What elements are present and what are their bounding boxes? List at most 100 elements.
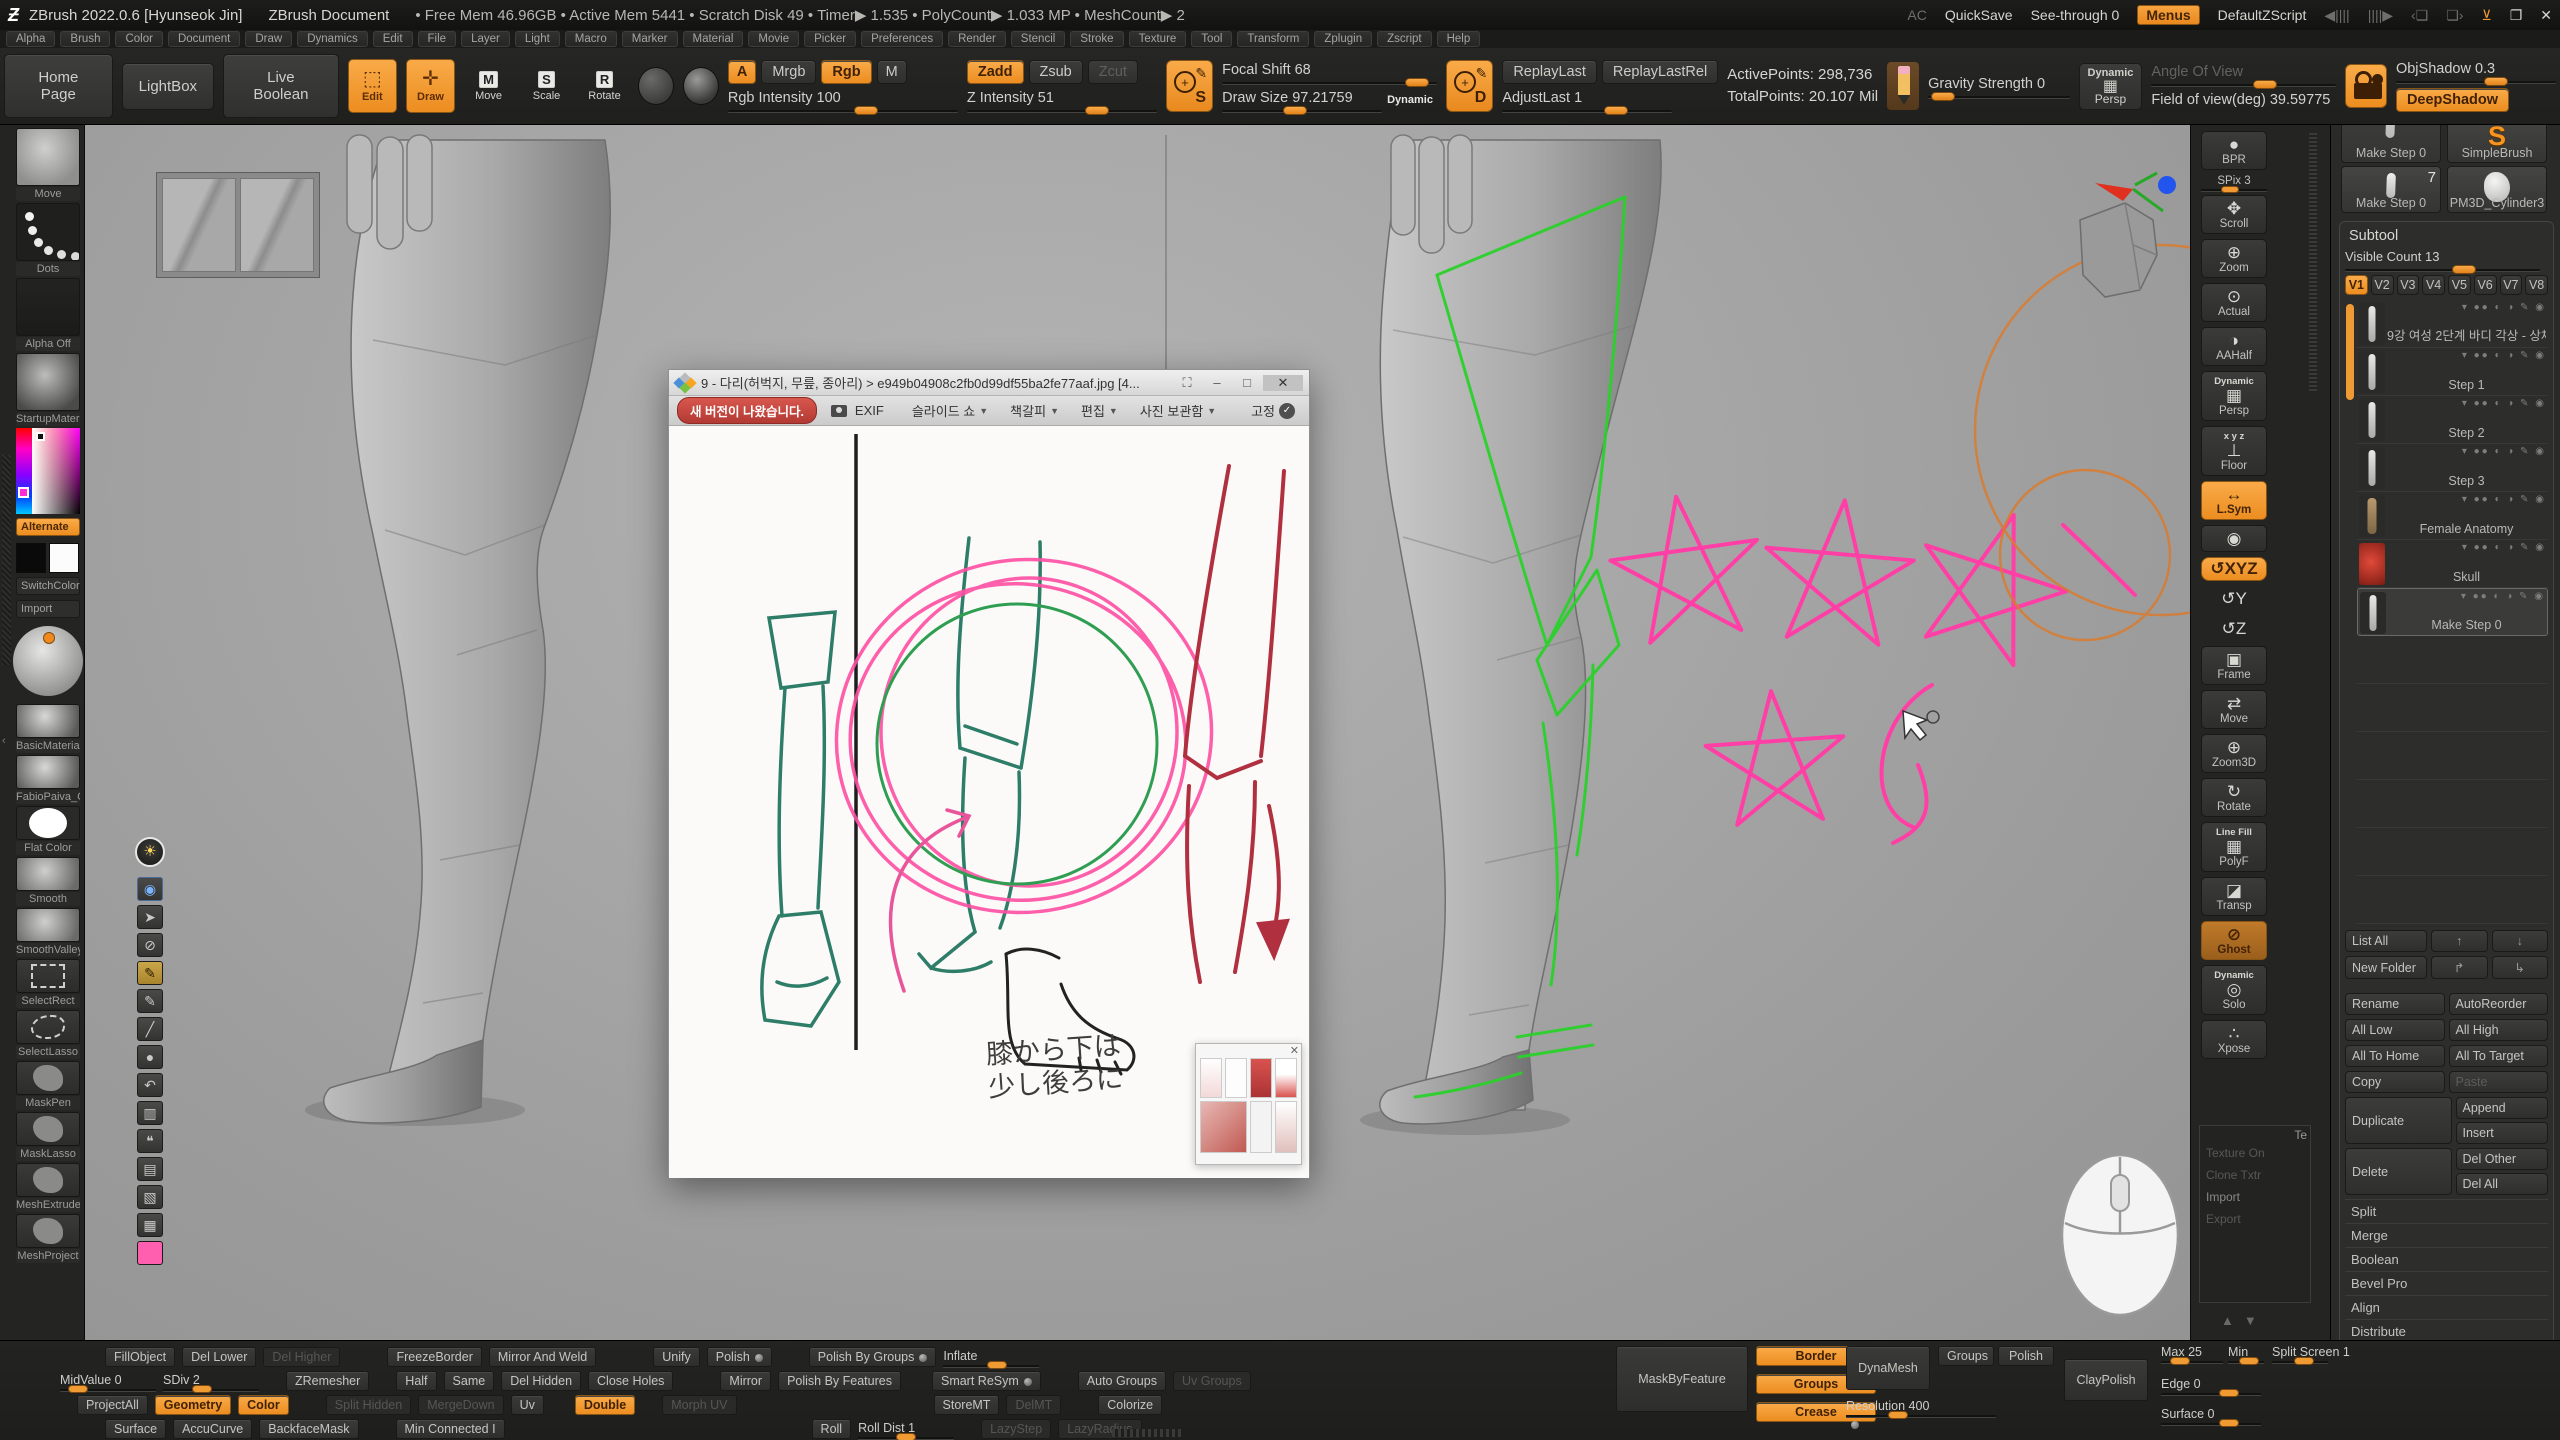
z-intensity-slider[interactable]: Z Intensity 51: [967, 89, 1157, 112]
draw-button[interactable]: ✛Draw: [406, 59, 455, 113]
m-button[interactable]: M: [877, 60, 907, 84]
right-tray-scrollbar[interactable]: [2309, 133, 2317, 393]
left-shelf-item-meshextrude[interactable]: MeshExtrude: [16, 1163, 80, 1212]
move-out-button[interactable]: ↱: [2431, 956, 2488, 979]
left-shelf-item-smooth[interactable]: Smooth: [16, 857, 80, 906]
default-zscript-button[interactable]: DefaultZScript: [2218, 7, 2307, 23]
pencil-active-icon[interactable]: ✎: [137, 961, 163, 985]
rotate-button[interactable]: ↻Rotate: [2201, 778, 2267, 817]
switch-color-button[interactable]: SwitchColor: [16, 577, 80, 595]
list-all-button[interactable]: List All: [2345, 930, 2427, 952]
dot-icon[interactable]: ●: [137, 1045, 163, 1069]
subtool-tab-v7[interactable]: V7: [2500, 275, 2523, 295]
menus-button[interactable]: Menus: [2137, 5, 2199, 25]
append-button[interactable]: Append: [2456, 1097, 2549, 1119]
left-shelf-item-meshproject[interactable]: MeshProject: [16, 1214, 80, 1263]
menu-material[interactable]: Material: [683, 31, 744, 47]
subtool-tab-v4[interactable]: V4: [2422, 275, 2445, 295]
del-all-button[interactable]: Del All: [2456, 1173, 2549, 1195]
edit-button[interactable]: ⬚Edit: [348, 59, 397, 113]
camera-lock-button[interactable]: ◉: [2201, 525, 2267, 552]
aahalf-button[interactable]: ◑AAHalf: [2201, 327, 2267, 366]
doc2-icon[interactable]: ▧: [137, 1185, 163, 1209]
copy-doc-icon[interactable]: ‹❏: [2411, 7, 2428, 24]
menu-dynamics[interactable]: Dynamics: [297, 31, 367, 47]
rot-y-button[interactable]: ↺Y: [2201, 586, 2267, 611]
copy-button[interactable]: Copy: [2345, 1071, 2445, 1093]
xpose-button[interactable]: ∴Xpose: [2201, 1020, 2267, 1059]
mrgb-button[interactable]: Mrgb: [761, 60, 816, 84]
subtool-tab-v1[interactable]: V1: [2345, 275, 2368, 295]
max-slider[interactable]: Max 25: [2161, 1343, 2223, 1363]
edge-slider[interactable]: Edge 0: [2161, 1375, 2261, 1395]
floor-button[interactable]: x y z⊥Floor: [2201, 426, 2267, 476]
geometry-button[interactable]: Geometry: [155, 1395, 231, 1415]
alpha-preview-icon[interactable]: [683, 67, 719, 105]
freezeborder-button[interactable]: FreezeBorder: [387, 1347, 481, 1367]
move-in-button[interactable]: ↳: [2492, 956, 2549, 979]
uv-groups-button[interactable]: Uv Groups: [1173, 1371, 1251, 1391]
menu-transform[interactable]: Transform: [1237, 31, 1309, 47]
zsub-button[interactable]: Zsub: [1029, 60, 1083, 84]
projectall-button[interactable]: ProjectAll: [77, 1395, 148, 1415]
color-picker[interactable]: [16, 428, 80, 514]
field-of-view-value[interactable]: Field of view(deg) 39.59775: [2151, 91, 2336, 109]
double-button[interactable]: Double: [575, 1395, 635, 1415]
zcut-button[interactable]: Zcut: [1088, 60, 1138, 84]
left-shelf-item-flat-color[interactable]: Flat Color: [16, 806, 80, 855]
viewer-menu-책갈피[interactable]: 책갈피▼: [1010, 401, 1059, 420]
bottom-scroll-handle[interactable]: [1112, 1429, 1182, 1437]
gravity-pencil-icon[interactable]: [1887, 62, 1919, 110]
close-button[interactable]: ✕: [2540, 7, 2552, 24]
roll-dist-1-slider[interactable]: Roll Dist 1: [858, 1419, 954, 1439]
live-boolean-button[interactable]: Live Boolean: [223, 54, 339, 118]
palette-icon[interactable]: ▦: [137, 1213, 163, 1237]
subtool-item[interactable]: ▾ ●● ◐ ◑ ✎ ◉Step 2: [2357, 396, 2548, 444]
menu-edit[interactable]: Edit: [373, 31, 413, 47]
zadd-button[interactable]: Zadd: [967, 60, 1024, 84]
polish-by-features-button[interactable]: Polish By Features: [778, 1371, 901, 1391]
menu-zscript[interactable]: Zscript: [1377, 31, 1432, 47]
surface-slider[interactable]: Surface 0: [2161, 1405, 2261, 1425]
filmstrip-close-icon[interactable]: ✕: [1290, 1044, 1299, 1057]
viewer-title-bar[interactable]: 9 - 다리(허벅지, 무릎, 종아리) > e949b04908c2fb0d9…: [669, 370, 1309, 396]
persp-button[interactable]: Dynamic▦Persp: [2201, 371, 2267, 421]
menu-draw[interactable]: Draw: [245, 31, 292, 47]
left-shelf-item-move[interactable]: Move: [16, 128, 80, 201]
pin-button[interactable]: 고정✓: [1251, 401, 1295, 420]
menu-render[interactable]: Render: [948, 31, 1006, 47]
cursor-icon[interactable]: ➤: [137, 905, 163, 929]
solo-button[interactable]: Dynamic◎Solo: [2201, 965, 2267, 1015]
zoom-button[interactable]: ⊕Zoom: [2201, 239, 2267, 278]
rotate-button[interactable]: RRotate: [580, 59, 629, 113]
left-shelf-item-maskpen[interactable]: MaskPen: [16, 1061, 80, 1110]
menu-brush[interactable]: Brush: [60, 31, 110, 47]
bpr-button[interactable]: ●BPR: [2201, 131, 2267, 170]
frame-button[interactable]: ▣Frame: [2201, 646, 2267, 685]
scale-button[interactable]: SScale: [522, 59, 571, 113]
section-align[interactable]: Align: [2345, 1295, 2548, 1319]
pink-swatch-icon[interactable]: ■: [137, 1241, 163, 1265]
minimize-button[interactable]: ⊻: [2481, 7, 2491, 24]
angle-of-view-slider[interactable]: Angle Of View: [2151, 63, 2336, 86]
subtool-item[interactable]: ▾ ●● ◐ ◑ ✎ ◉Step 1: [2357, 348, 2548, 396]
left-shelf-item-selectlasso[interactable]: SelectLasso: [16, 1010, 80, 1059]
split-hidden-button[interactable]: Split Hidden: [326, 1395, 411, 1415]
storemt-button[interactable]: StoreMT: [934, 1395, 1000, 1415]
section-boolean[interactable]: Boolean: [2345, 1247, 2548, 1271]
viewer-minimize-button[interactable]: –: [1203, 375, 1231, 390]
clone-txtr-button[interactable]: Clone Txtr: [2206, 1168, 2304, 1182]
subtool-header[interactable]: Subtool: [2349, 228, 2548, 244]
export-button[interactable]: Export: [2206, 1212, 2304, 1226]
head-gizmo[interactable]: [2080, 173, 2176, 297]
subtool-item[interactable]: ▾ ●● ◐ ◑ ✎ ◉9강 여성 2단계 바디 각상 - 상체: [2357, 300, 2548, 348]
section-split[interactable]: Split: [2345, 1199, 2548, 1223]
subtool-item[interactable]: ▾ ●● ◐ ◑ ✎ ◉Make Step 0: [2357, 588, 2548, 636]
menu-light[interactable]: Light: [515, 31, 560, 47]
roll-button[interactable]: Roll: [812, 1419, 852, 1439]
subtool-tab-v5[interactable]: V5: [2448, 275, 2471, 295]
lightbulb-icon[interactable]: ☀: [135, 837, 165, 867]
rename-button[interactable]: Rename: [2345, 993, 2445, 1015]
home-page-button[interactable]: Home Page: [4, 54, 113, 118]
viewer-close-button[interactable]: ✕: [1263, 375, 1303, 391]
